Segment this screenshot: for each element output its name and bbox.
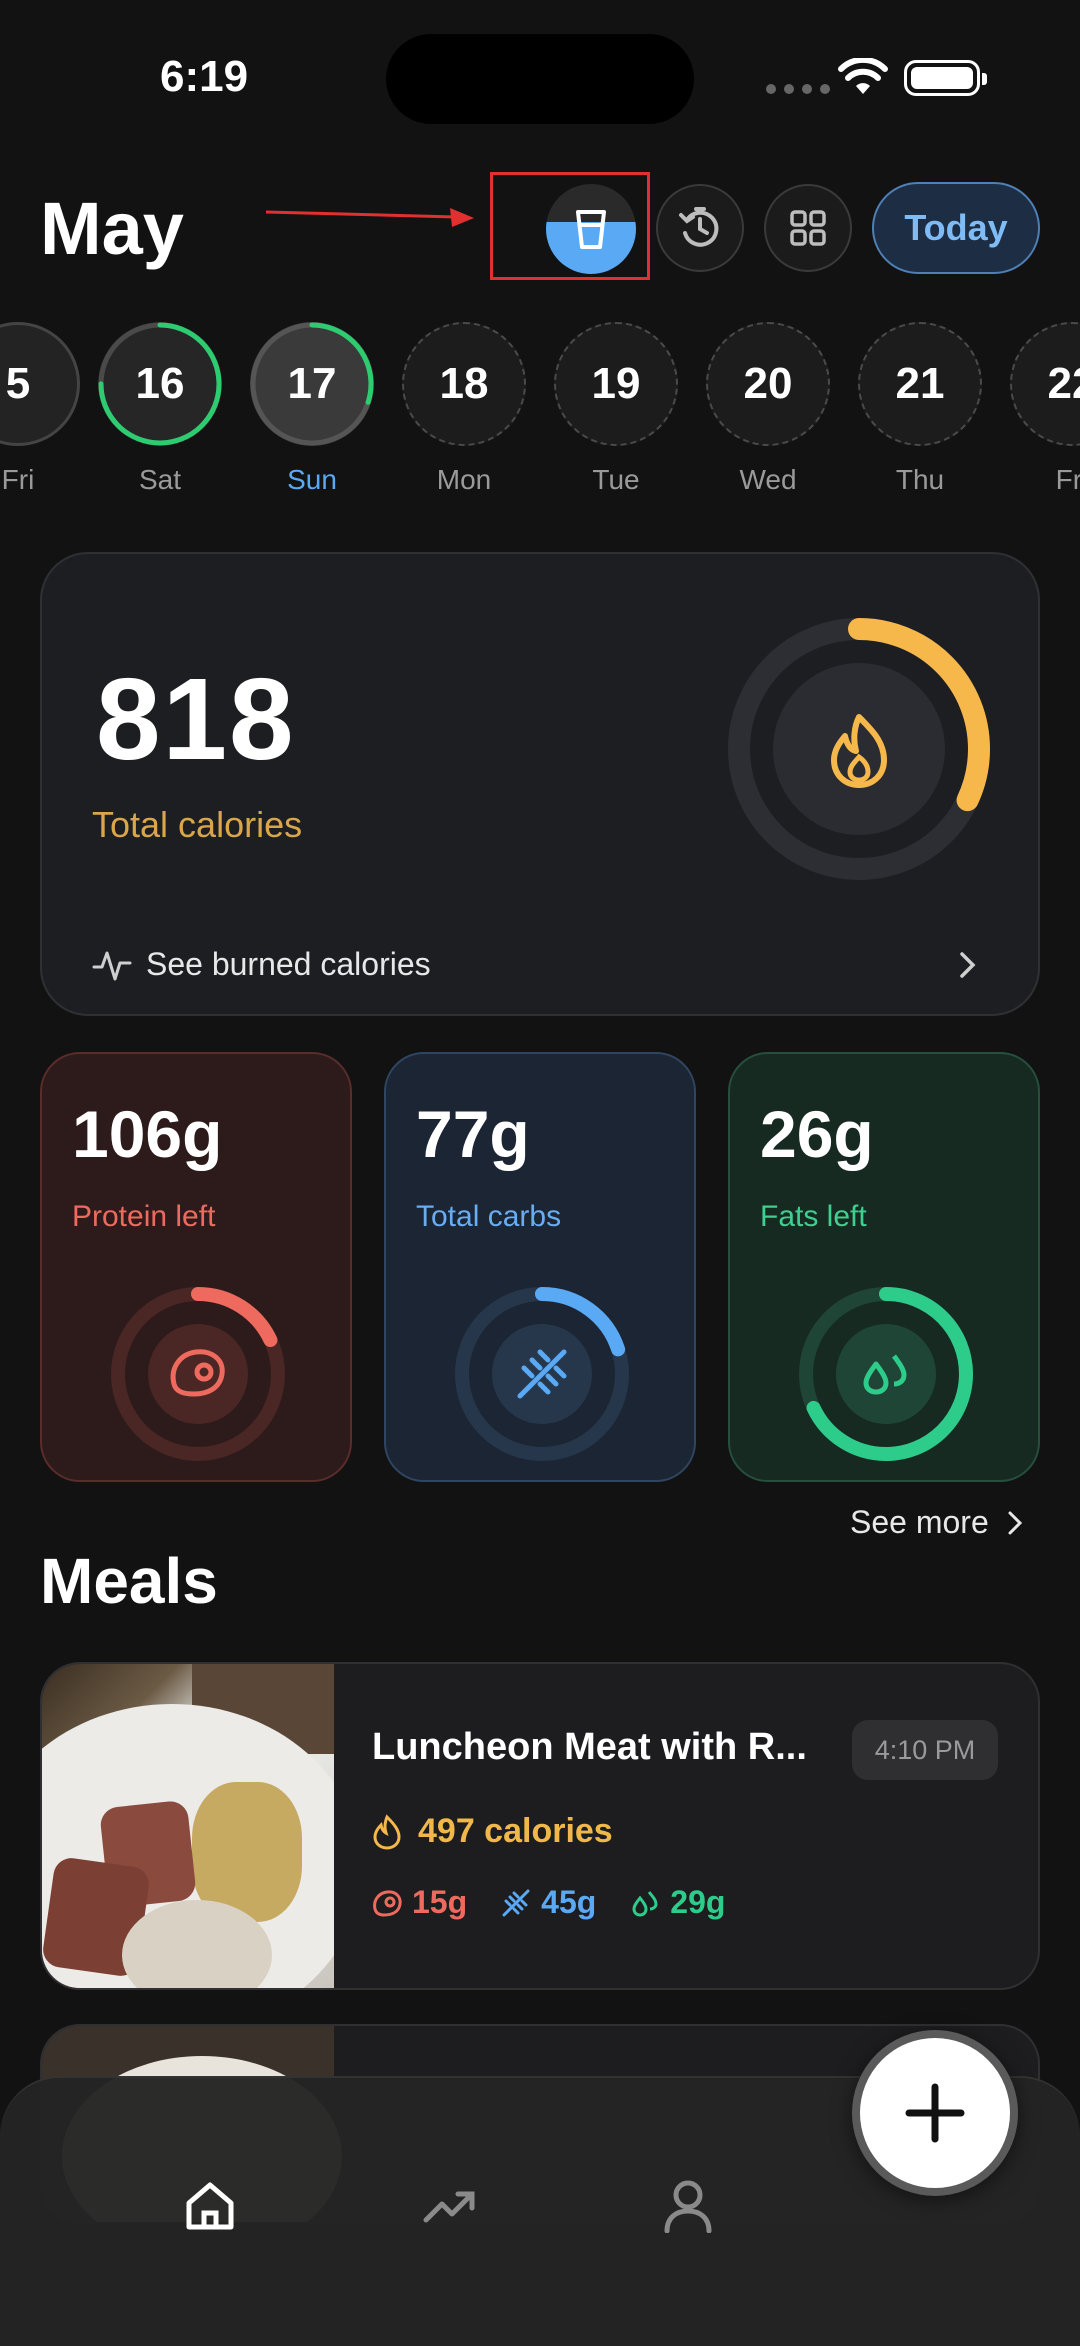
day-label: Fri bbox=[1, 464, 35, 495]
wheat-icon bbox=[502, 1889, 530, 1916]
steak-icon bbox=[373, 1889, 402, 1917]
day-circle: 17 bbox=[250, 322, 374, 446]
day-label: Tue bbox=[592, 464, 640, 495]
fats-value: 26g bbox=[760, 1097, 874, 1171]
calories-ring bbox=[728, 618, 990, 880]
nav-profile[interactable] bbox=[648, 2166, 728, 2246]
wifi-icon bbox=[838, 58, 888, 94]
carbs-value: 77g bbox=[416, 1097, 530, 1171]
annotation-arrow-icon bbox=[266, 208, 474, 227]
meal-fats: 29g bbox=[630, 1884, 725, 1921]
day-item-selected[interactable]: 17 Sun bbox=[248, 322, 376, 496]
day-label: Thu bbox=[895, 464, 945, 495]
day-circle: 19 bbox=[554, 322, 678, 446]
widgets-grid-button[interactable] bbox=[764, 184, 852, 272]
calories-card[interactable]: 818 Total calories See burned calories bbox=[40, 552, 1040, 1016]
water-glass-icon bbox=[576, 210, 606, 249]
status-time: 6:19 bbox=[160, 52, 249, 101]
day-circle: 16 bbox=[98, 322, 222, 446]
month-title: May bbox=[40, 187, 184, 270]
day-circle: 21 bbox=[858, 322, 982, 446]
add-meal-button[interactable] bbox=[852, 2030, 1018, 2196]
fats-ring bbox=[799, 1287, 973, 1461]
day-circle: 5 bbox=[0, 322, 80, 446]
meal-time-badge: 4:10 PM bbox=[852, 1720, 998, 1780]
carbs-card[interactable]: 77g Total carbs bbox=[384, 1052, 696, 1482]
today-button[interactable]: Today bbox=[872, 182, 1040, 274]
day-label: Wed bbox=[739, 464, 797, 495]
meal-photo bbox=[42, 1664, 334, 1988]
day-item[interactable]: 5 Fri bbox=[0, 322, 82, 496]
protein-ring bbox=[111, 1287, 285, 1461]
day-label: Mon bbox=[436, 464, 492, 495]
chevron-right-icon bbox=[1008, 1511, 1022, 1534]
day-circle: 22 bbox=[1010, 322, 1080, 446]
dynamic-island bbox=[386, 34, 694, 124]
carbs-label: Total carbs bbox=[416, 1200, 562, 1233]
day-item[interactable]: 18 Mon bbox=[400, 322, 528, 496]
day-item[interactable]: 21 Thu bbox=[856, 322, 984, 496]
day-item[interactable]: 19 Tue bbox=[552, 322, 680, 496]
plus-icon bbox=[905, 2083, 965, 2143]
trending-up-icon bbox=[423, 2191, 475, 2223]
carbs-ring bbox=[455, 1287, 629, 1461]
day-item[interactable]: 20 Wed bbox=[704, 322, 832, 496]
day-label: Fri bbox=[1055, 464, 1080, 495]
meal-carbs-value: 45g bbox=[541, 1884, 597, 1920]
drops-icon bbox=[632, 1890, 658, 1917]
meal-fats-value: 29g bbox=[670, 1884, 726, 1920]
nav-progress[interactable] bbox=[410, 2166, 490, 2246]
meal-calories: 497 calories bbox=[372, 1812, 613, 1851]
see-burned-calories-link[interactable]: See burned calories bbox=[92, 946, 431, 983]
fats-label: Fats left bbox=[760, 1200, 867, 1233]
activity-pulse-icon bbox=[92, 951, 132, 980]
day-label: Sun bbox=[287, 464, 337, 495]
protein-card[interactable]: 106g Protein left bbox=[40, 1052, 352, 1482]
day-item[interactable]: 16 Sat bbox=[96, 322, 224, 496]
see-more-link[interactable]: See more bbox=[850, 1504, 1023, 1541]
calories-label: Total calories bbox=[92, 804, 303, 845]
battery-icon bbox=[904, 60, 987, 96]
status-bar: 6:19 bbox=[0, 0, 1080, 150]
meal-calories-value: 497 calories bbox=[418, 1812, 613, 1850]
fats-card[interactable]: 26g Fats left bbox=[728, 1052, 1040, 1482]
meal-card[interactable]: Luncheon Meat with R... 4:10 PM 497 calo… bbox=[40, 1662, 1040, 1990]
nav-home[interactable] bbox=[170, 2166, 250, 2246]
day-circle: 20 bbox=[706, 322, 830, 446]
home-icon bbox=[186, 2182, 234, 2230]
flame-icon bbox=[373, 1813, 401, 1850]
day-label: Sat bbox=[138, 464, 182, 495]
calories-value: 818 bbox=[96, 654, 296, 784]
see-more-label: See more bbox=[850, 1504, 989, 1540]
chevron-right-icon bbox=[960, 952, 976, 978]
meal-macros: 15g 45g 29g bbox=[372, 1884, 725, 1921]
meal-protein-value: 15g bbox=[412, 1884, 468, 1920]
protein-label: Protein left bbox=[72, 1200, 216, 1233]
day-item[interactable]: 22 Fri bbox=[1008, 322, 1080, 496]
meal-name: Luncheon Meat with R... bbox=[372, 1726, 807, 1768]
meal-protein: 15g bbox=[372, 1884, 467, 1921]
meal-carbs: 45g bbox=[501, 1884, 596, 1921]
day-circle: 18 bbox=[402, 322, 526, 446]
user-icon bbox=[664, 2180, 712, 2233]
timer-history-icon bbox=[679, 207, 719, 247]
water-tracker-button[interactable] bbox=[546, 184, 636, 274]
protein-value: 106g bbox=[72, 1097, 223, 1171]
fasting-timer-button[interactable] bbox=[656, 184, 744, 272]
grid-icon bbox=[790, 210, 826, 246]
meals-section-title: Meals bbox=[40, 1545, 218, 1617]
burned-calories-label: See burned calories bbox=[146, 946, 431, 982]
cellular-signal-icon bbox=[766, 84, 830, 94]
